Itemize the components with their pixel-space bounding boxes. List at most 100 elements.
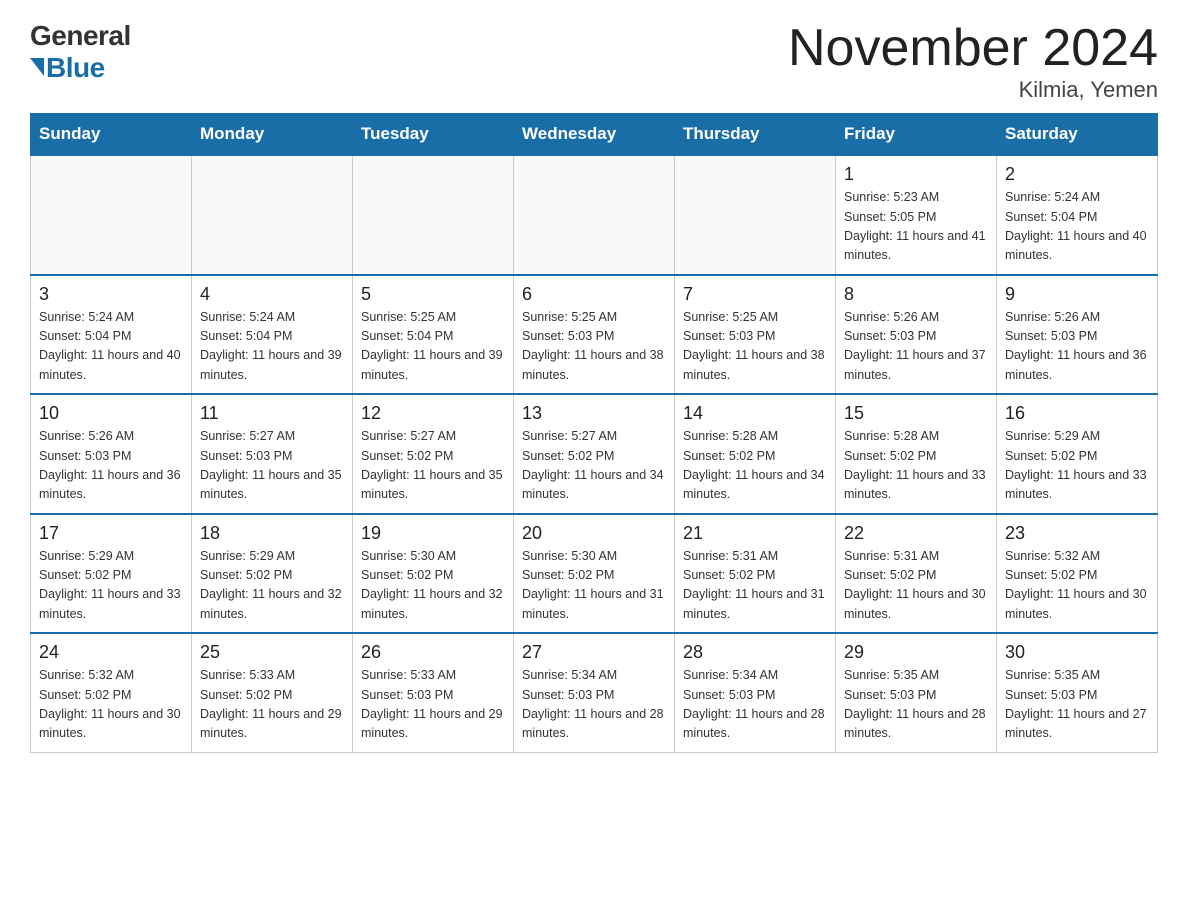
day-number: 2 <box>1005 164 1149 185</box>
day-number: 30 <box>1005 642 1149 663</box>
calendar-cell: 23Sunrise: 5:32 AMSunset: 5:02 PMDayligh… <box>997 514 1158 634</box>
calendar-table: SundayMondayTuesdayWednesdayThursdayFrid… <box>30 113 1158 753</box>
title-block: November 2024 Kilmia, Yemen <box>788 20 1158 103</box>
day-number: 14 <box>683 403 827 424</box>
day-info: Sunrise: 5:31 AMSunset: 5:02 PMDaylight:… <box>683 547 827 625</box>
calendar-cell <box>192 155 353 275</box>
day-header-tuesday: Tuesday <box>353 114 514 156</box>
calendar-cell: 4 Sunrise: 5:24 AMSunset: 5:04 PMDaylight… <box>192 275 353 395</box>
location-title: Kilmia, Yemen <box>788 77 1158 103</box>
day-number: 10 <box>39 403 183 424</box>
day-number: 25 <box>200 642 344 663</box>
calendar-cell: 8 Sunrise: 5:26 AMSunset: 5:03 PMDaylight… <box>836 275 997 395</box>
day-info: Sunrise: 5:31 AMSunset: 5:02 PMDaylight:… <box>844 547 988 625</box>
day-info: Sunrise: 5:24 AMSunset: 5:04 PMDaylight:… <box>1005 188 1149 266</box>
calendar-cell: 28Sunrise: 5:34 AMSunset: 5:03 PMDayligh… <box>675 633 836 752</box>
day-number: 4 <box>200 284 344 305</box>
week-row-2: 3 Sunrise: 5:24 AMSunset: 5:04 PMDaylight… <box>31 275 1158 395</box>
day-number: 6 <box>522 284 666 305</box>
calendar-cell: 17 Sunrise: 5:29 AMSunset: 5:02 PMDayligh… <box>31 514 192 634</box>
day-number: 1 <box>844 164 988 185</box>
calendar-cell: 10Sunrise: 5:26 AMSunset: 5:03 PMDayligh… <box>31 394 192 514</box>
day-info: Sunrise: 5:27 AMSunset: 5:02 PMDaylight:… <box>522 427 666 505</box>
calendar-cell: 20 Sunrise: 5:30 AMSunset: 5:02 PMDayligh… <box>514 514 675 634</box>
logo-blue-text: Blue <box>46 52 105 84</box>
day-info: Sunrise: 5:30 AMSunset: 5:02 PMDaylight:… <box>361 547 505 625</box>
day-info: Sunrise: 5:23 AMSunset: 5:05 PMDaylight:… <box>844 188 988 266</box>
day-number: 20 <box>522 523 666 544</box>
month-title: November 2024 <box>788 20 1158 77</box>
day-number: 19 <box>361 523 505 544</box>
week-row-4: 17 Sunrise: 5:29 AMSunset: 5:02 PMDayligh… <box>31 514 1158 634</box>
day-info: Sunrise: 5:25 AMSunset: 5:03 PMDaylight:… <box>522 308 666 386</box>
calendar-cell: 13 Sunrise: 5:27 AMSunset: 5:02 PMDayligh… <box>514 394 675 514</box>
day-info: Sunrise: 5:29 AMSunset: 5:02 PMDaylight:… <box>200 547 344 625</box>
days-of-week-row: SundayMondayTuesdayWednesdayThursdayFrid… <box>31 114 1158 156</box>
page-header: General Blue November 2024 Kilmia, Yemen <box>30 20 1158 103</box>
day-info: Sunrise: 5:24 AMSunset: 5:04 PMDaylight:… <box>39 308 183 386</box>
calendar-cell: 19 Sunrise: 5:30 AMSunset: 5:02 PMDayligh… <box>353 514 514 634</box>
day-number: 24 <box>39 642 183 663</box>
calendar-cell <box>31 155 192 275</box>
calendar-cell: 7Sunrise: 5:25 AMSunset: 5:03 PMDaylight… <box>675 275 836 395</box>
day-number: 15 <box>844 403 988 424</box>
calendar-cell: 25 Sunrise: 5:33 AMSunset: 5:02 PMDayligh… <box>192 633 353 752</box>
calendar-cell: 26 Sunrise: 5:33 AMSunset: 5:03 PMDayligh… <box>353 633 514 752</box>
day-info: Sunrise: 5:26 AMSunset: 5:03 PMDaylight:… <box>1005 308 1149 386</box>
day-number: 9 <box>1005 284 1149 305</box>
day-number: 27 <box>522 642 666 663</box>
day-header-friday: Friday <box>836 114 997 156</box>
calendar-cell <box>675 155 836 275</box>
logo-triangle-icon <box>30 58 44 76</box>
day-info: Sunrise: 5:30 AMSunset: 5:02 PMDaylight:… <box>522 547 666 625</box>
calendar-cell: 15 Sunrise: 5:28 AMSunset: 5:02 PMDayligh… <box>836 394 997 514</box>
week-row-1: 1 Sunrise: 5:23 AMSunset: 5:05 PMDaylight… <box>31 155 1158 275</box>
day-info: Sunrise: 5:33 AMSunset: 5:03 PMDaylight:… <box>361 666 505 744</box>
day-number: 23 <box>1005 523 1149 544</box>
logo-blue-row: Blue <box>30 52 105 84</box>
day-info: Sunrise: 5:27 AMSunset: 5:02 PMDaylight:… <box>361 427 505 505</box>
logo-general-text: General <box>30 20 131 52</box>
day-info: Sunrise: 5:35 AMSunset: 5:03 PMDaylight:… <box>1005 666 1149 744</box>
day-info: Sunrise: 5:32 AMSunset: 5:02 PMDaylight:… <box>39 666 183 744</box>
day-header-sunday: Sunday <box>31 114 192 156</box>
day-header-monday: Monday <box>192 114 353 156</box>
day-info: Sunrise: 5:24 AMSunset: 5:04 PMDaylight:… <box>200 308 344 386</box>
day-number: 22 <box>844 523 988 544</box>
day-header-thursday: Thursday <box>675 114 836 156</box>
day-info: Sunrise: 5:29 AMSunset: 5:02 PMDaylight:… <box>1005 427 1149 505</box>
day-number: 16 <box>1005 403 1149 424</box>
day-number: 18 <box>200 523 344 544</box>
day-info: Sunrise: 5:28 AMSunset: 5:02 PMDaylight:… <box>844 427 988 505</box>
day-number: 11 <box>200 403 344 424</box>
day-number: 17 <box>39 523 183 544</box>
day-header-wednesday: Wednesday <box>514 114 675 156</box>
calendar-cell: 16 Sunrise: 5:29 AMSunset: 5:02 PMDayligh… <box>997 394 1158 514</box>
day-header-saturday: Saturday <box>997 114 1158 156</box>
calendar-cell: 21 Sunrise: 5:31 AMSunset: 5:02 PMDayligh… <box>675 514 836 634</box>
day-number: 13 <box>522 403 666 424</box>
day-number: 3 <box>39 284 183 305</box>
day-info: Sunrise: 5:29 AMSunset: 5:02 PMDaylight:… <box>39 547 183 625</box>
day-info: Sunrise: 5:34 AMSunset: 5:03 PMDaylight:… <box>683 666 827 744</box>
calendar-cell: 22 Sunrise: 5:31 AMSunset: 5:02 PMDayligh… <box>836 514 997 634</box>
week-row-3: 10Sunrise: 5:26 AMSunset: 5:03 PMDayligh… <box>31 394 1158 514</box>
day-info: Sunrise: 5:25 AMSunset: 5:04 PMDaylight:… <box>361 308 505 386</box>
day-number: 21 <box>683 523 827 544</box>
calendar-cell <box>353 155 514 275</box>
calendar-cell: 27Sunrise: 5:34 AMSunset: 5:03 PMDayligh… <box>514 633 675 752</box>
day-number: 8 <box>844 284 988 305</box>
calendar-cell <box>514 155 675 275</box>
calendar-cell: 3 Sunrise: 5:24 AMSunset: 5:04 PMDaylight… <box>31 275 192 395</box>
day-number: 12 <box>361 403 505 424</box>
calendar-cell: 2 Sunrise: 5:24 AMSunset: 5:04 PMDaylight… <box>997 155 1158 275</box>
day-info: Sunrise: 5:26 AMSunset: 5:03 PMDaylight:… <box>844 308 988 386</box>
calendar-cell: 9 Sunrise: 5:26 AMSunset: 5:03 PMDaylight… <box>997 275 1158 395</box>
calendar-header: SundayMondayTuesdayWednesdayThursdayFrid… <box>31 114 1158 156</box>
calendar-cell: 1 Sunrise: 5:23 AMSunset: 5:05 PMDaylight… <box>836 155 997 275</box>
day-info: Sunrise: 5:25 AMSunset: 5:03 PMDaylight:… <box>683 308 827 386</box>
day-number: 26 <box>361 642 505 663</box>
day-info: Sunrise: 5:33 AMSunset: 5:02 PMDaylight:… <box>200 666 344 744</box>
calendar-cell: 30 Sunrise: 5:35 AMSunset: 5:03 PMDayligh… <box>997 633 1158 752</box>
calendar-cell: 24 Sunrise: 5:32 AMSunset: 5:02 PMDayligh… <box>31 633 192 752</box>
